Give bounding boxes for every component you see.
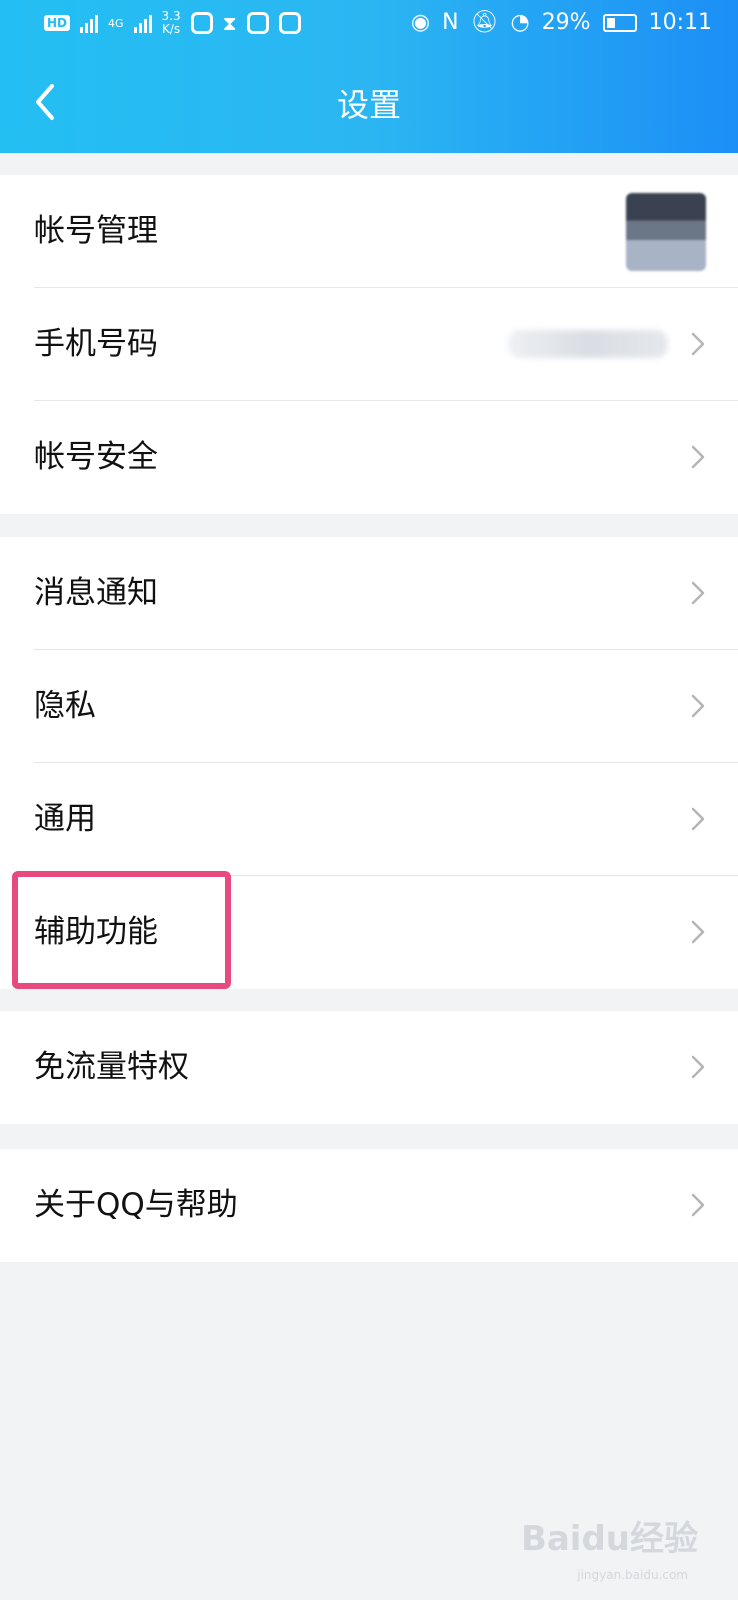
settings-item-label: 免流量特权 (34, 1049, 189, 1085)
eye-icon: ◉ (410, 10, 431, 35)
net-speed-unit: K/s (162, 22, 181, 36)
settings-group-about: 关于QQ与帮助 (0, 1149, 738, 1262)
chevron-right-icon (691, 1193, 705, 1217)
clock: 10:11 (648, 10, 712, 35)
settings-item-free-data[interactable]: 免流量特权 (0, 1011, 738, 1124)
battery-icon (602, 13, 637, 32)
settings-group-data: 免流量特权 (0, 1011, 738, 1124)
signal-icon (80, 13, 99, 33)
chevron-right-icon (691, 581, 705, 605)
settings-item-account-security[interactable]: 帐号安全 (0, 401, 738, 514)
baidu-watermark: Baidu经验 (520, 1519, 698, 1559)
page-title: 设置 (336, 86, 401, 124)
avatar (626, 193, 706, 271)
net-speed: 3.3 K/s (162, 10, 181, 36)
mute-bell-icon: 🔕︎ (470, 10, 499, 35)
network-type: 4G (108, 16, 124, 30)
settings-item-privacy[interactable]: 隐私 (0, 650, 738, 763)
settings-item-label: 通用 (34, 801, 96, 837)
app-notification-icon (190, 12, 213, 34)
chevron-right-icon (691, 332, 705, 356)
settings-item-general[interactable]: 通用 (0, 763, 738, 876)
hd-badge: HD (44, 15, 71, 31)
settings-item-label: 帐号管理 (34, 213, 158, 249)
phone-number-value (508, 330, 668, 358)
settings-item-label: 手机号码 (34, 326, 158, 362)
settings-group-account: 帐号管理 手机号码 帐号安全 (0, 175, 738, 514)
settings-item-label: 隐私 (34, 688, 96, 724)
status-bar: HD 4G 3.3 K/s ⧗ ◉ N 🔕︎ ◔ 29% 10:11 (0, 0, 738, 50)
signal-icon-2 (133, 13, 152, 33)
settings-item-phone-number[interactable]: 手机号码 (0, 288, 738, 401)
chevron-right-icon (691, 920, 705, 944)
chevron-right-icon (691, 694, 705, 718)
settings-item-account-management[interactable]: 帐号管理 (0, 175, 738, 288)
settings-item-notifications[interactable]: 消息通知 (0, 537, 738, 650)
settings-item-label: 关于QQ与帮助 (34, 1187, 238, 1223)
chevron-right-icon (691, 1055, 705, 1079)
settings-item-accessibility[interactable]: 辅助功能 (0, 876, 738, 989)
chevron-right-icon (691, 445, 705, 469)
nfc-icon: N (442, 10, 459, 35)
battery-percent: 29% (541, 10, 591, 35)
settings-group-general: 消息通知 隐私 通用 辅助功能 (0, 537, 738, 989)
chevron-right-icon (691, 807, 705, 831)
settings-item-label: 帐号安全 (34, 439, 158, 475)
app-notification-icon-2 (246, 12, 269, 34)
settings-item-about-help[interactable]: 关于QQ与帮助 (0, 1149, 738, 1262)
settings-item-label: 消息通知 (34, 575, 158, 611)
settings-item-label: 辅助功能 (34, 914, 158, 950)
app-header: HD 4G 3.3 K/s ⧗ ◉ N 🔕︎ ◔ 29% 10:11 设置 (0, 0, 738, 153)
baidu-watermark-url: jingyan.baidu.com (577, 1568, 688, 1582)
speedometer-icon: ◔ (510, 10, 530, 35)
hourglass-icon: ⧗ (222, 11, 237, 35)
net-speed-value: 3.3 (161, 9, 181, 23)
app-notification-icon-3 (278, 12, 301, 34)
